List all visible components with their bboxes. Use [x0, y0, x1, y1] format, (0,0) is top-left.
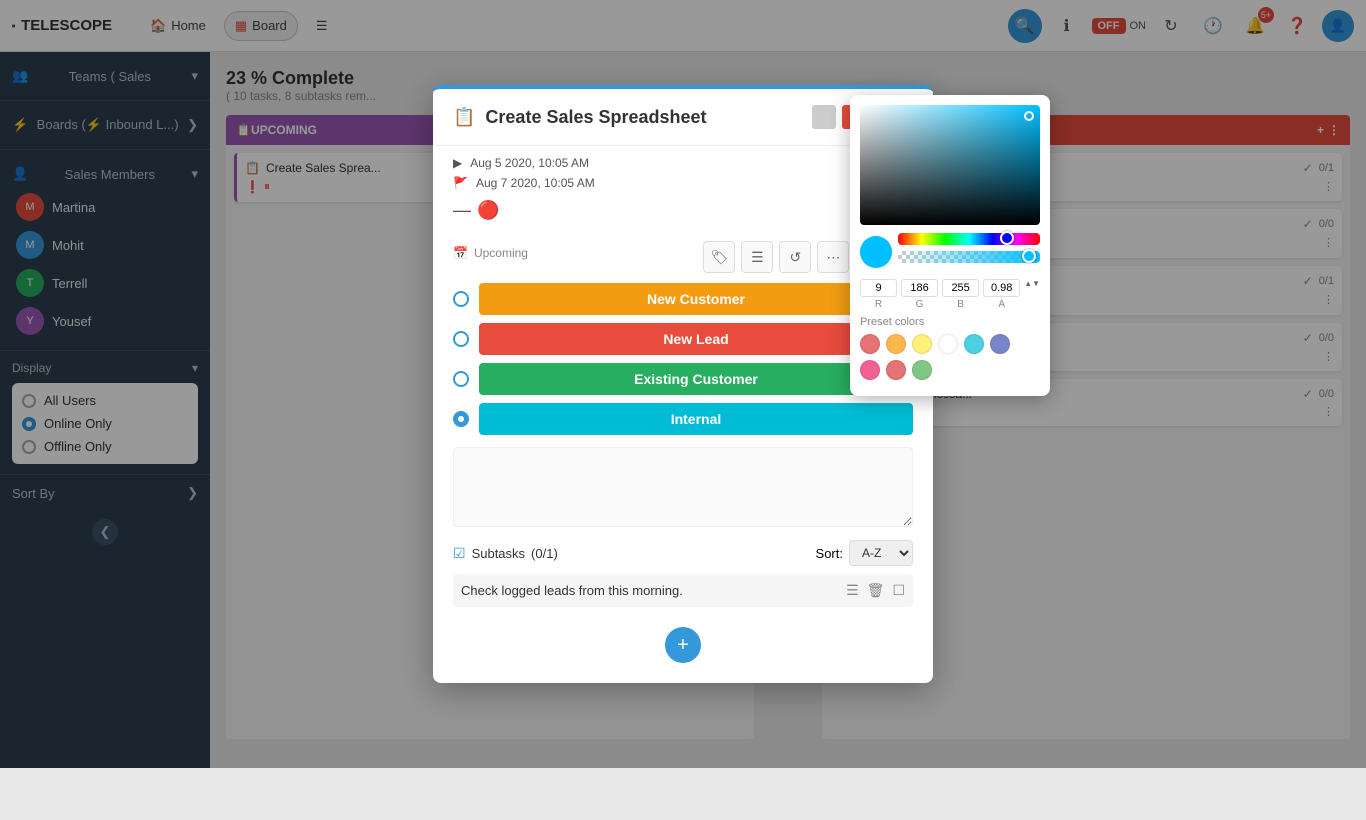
color-picker: R G B A ▲▼ Preset colors	[850, 95, 1050, 396]
preset-swatch[interactable]	[860, 360, 880, 380]
preset-row-2	[860, 360, 1040, 380]
r-input[interactable]	[860, 279, 897, 297]
subtask-checkbox[interactable]: ☐	[892, 582, 905, 599]
hue-cursor	[1000, 231, 1014, 245]
subtasks-count: (0/1)	[531, 546, 558, 561]
rgba-inputs: R G B A ▲▼	[860, 279, 1040, 310]
r-input-col: R	[860, 279, 897, 310]
add-subtask-button[interactable]: +	[665, 627, 701, 663]
new-customer-radio[interactable]	[453, 291, 469, 307]
new-lead-label: New Lead	[479, 323, 913, 355]
a-input[interactable]	[983, 279, 1020, 297]
internal-label: Internal	[479, 403, 913, 435]
new-customer-label: New Customer	[479, 283, 913, 315]
type-new-lead[interactable]: New Lead	[453, 323, 913, 355]
preset-swatch[interactable]	[860, 334, 880, 354]
description-section	[433, 447, 933, 530]
subtasks-label: Subtasks	[472, 546, 525, 561]
preset-row-1	[860, 334, 1040, 354]
internal-radio[interactable]	[453, 411, 469, 427]
created-date: Aug 5 2020, 10:05 AM	[470, 156, 589, 170]
new-lead-radio[interactable]	[453, 331, 469, 347]
subtasks-header: ☑ Subtasks (0/1) Sort: A-Z Z-A Date	[453, 540, 913, 566]
b-input-col: B	[942, 279, 979, 310]
more-button[interactable]: ⋯	[817, 241, 849, 273]
alert-icon: 🔴	[477, 200, 499, 221]
created-date-row: ▶ Aug 5 2020, 10:05 AM	[453, 156, 913, 170]
a-label: A	[998, 299, 1005, 310]
alpha-bar-container	[898, 251, 1040, 263]
preset-colors-label: Preset colors	[860, 316, 1040, 328]
preset-swatch[interactable]	[938, 334, 958, 354]
due-date: Aug 7 2020, 10:05 AM	[476, 176, 595, 190]
flag-icon: 🚩	[453, 176, 468, 190]
subtask-delete-icon[interactable]: 🗑	[867, 582, 885, 599]
type-internal[interactable]: Internal	[453, 403, 913, 435]
b-label: B	[957, 299, 964, 310]
section-icon: 📅	[453, 246, 468, 260]
modal-task-icon: 📋	[453, 107, 475, 128]
subtasks-section: ☑ Subtasks (0/1) Sort: A-Z Z-A Date Chec…	[433, 530, 933, 683]
rgba-arrows[interactable]: ▲▼	[1024, 279, 1040, 310]
alpha-bar[interactable]	[898, 251, 1040, 263]
modal-action-buttons: 🏷 ☰ ↺ ⋯	[703, 241, 849, 273]
checkbox-icon: ☑	[453, 545, 466, 562]
tag-button[interactable]: 🏷	[703, 241, 735, 273]
description-textarea[interactable]	[453, 447, 913, 527]
b-input[interactable]	[942, 279, 979, 297]
subtask-list-icon[interactable]: ☰	[846, 582, 859, 599]
r-label: R	[875, 299, 882, 310]
subtasks-label-area: ☑ Subtasks (0/1)	[453, 545, 558, 562]
undo-button[interactable]: ↺	[779, 241, 811, 273]
type-existing-customer[interactable]: Existing Customer	[453, 363, 913, 395]
modal-color-box[interactable]	[812, 105, 836, 129]
type-new-customer[interactable]: New Customer	[453, 283, 913, 315]
preset-swatch[interactable]	[886, 360, 906, 380]
preset-swatch[interactable]	[990, 334, 1010, 354]
a-input-col: A	[983, 279, 1020, 310]
color-preview-circle	[860, 236, 892, 268]
calendar-icon: ▶	[453, 156, 462, 170]
section-label: Upcoming	[474, 246, 528, 260]
list-button[interactable]: ☰	[741, 241, 773, 273]
subtask-item: Check logged leads from this morning. ☰ …	[453, 574, 913, 607]
hue-bar[interactable]	[898, 233, 1040, 245]
sort-select[interactable]: A-Z Z-A Date	[849, 540, 913, 566]
g-input[interactable]	[901, 279, 938, 297]
minus-icon[interactable]: —	[453, 200, 471, 221]
color-gradient-canvas[interactable]	[860, 105, 1040, 225]
existing-customer-label: Existing Customer	[479, 363, 913, 395]
g-input-col: G	[901, 279, 938, 310]
color-cursor	[1024, 111, 1034, 121]
existing-customer-radio[interactable]	[453, 371, 469, 387]
preset-swatch[interactable]	[912, 360, 932, 380]
g-label: G	[916, 299, 924, 310]
preset-swatch[interactable]	[886, 334, 906, 354]
section-label-row: 📅 Upcoming	[453, 246, 528, 260]
preset-colors-section: Preset colors	[860, 316, 1040, 380]
sort-label: Sort:	[816, 546, 843, 561]
alpha-cursor	[1022, 249, 1036, 263]
modal-title: Create Sales Spreadsheet	[485, 107, 801, 128]
modal-overlay: 📋 Create Sales Spreadsheet ✕ ▶ Aug 5 202…	[0, 0, 1366, 768]
preset-swatch[interactable]	[964, 334, 984, 354]
preset-swatch[interactable]	[912, 334, 932, 354]
color-preview-row	[860, 233, 1040, 271]
due-date-row: 🚩 Aug 7 2020, 10:05 AM	[453, 176, 913, 190]
subtask-text: Check logged leads from this morning.	[461, 583, 838, 598]
